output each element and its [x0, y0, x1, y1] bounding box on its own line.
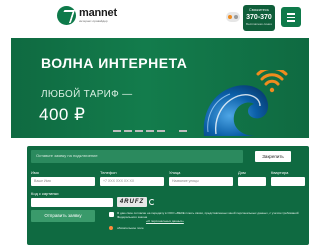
submit-button[interactable]: Отправить заявку	[31, 210, 95, 222]
logo-icon	[57, 6, 76, 25]
label-apartment: Квартира	[271, 170, 289, 175]
slider-pagination	[113, 130, 187, 132]
banner-subtitle: ЛЮБОЙ ТАРИФ —	[41, 89, 133, 100]
wave-illustration	[203, 70, 288, 136]
check-button[interactable]: Закрепить	[255, 151, 291, 162]
slider-dot[interactable]	[124, 130, 132, 132]
slider-dot[interactable]	[157, 130, 165, 132]
menu-button[interactable]	[281, 7, 301, 27]
contact-phone[interactable]: 370-370	[243, 13, 275, 22]
site-header: mannet интернет-провайдер Свяжитесь 370-…	[0, 0, 320, 36]
captcha-label: Код с картинки	[31, 191, 59, 196]
logo-tagline: интернет-провайдер	[79, 19, 108, 23]
label-street: Улица	[169, 170, 181, 175]
slider-dot-active[interactable]	[168, 130, 176, 132]
name-field[interactable]: Ваше Имя	[31, 177, 95, 186]
captcha-field[interactable]	[31, 198, 113, 207]
user-icon	[234, 15, 238, 19]
request-placeholder: Оставьте заявку на подключение	[36, 153, 98, 158]
house-field[interactable]	[238, 177, 266, 186]
consent-text: Я даю свое согласие на передачу в ООО «В…	[117, 211, 299, 219]
contact-label: Свяжитесь	[248, 7, 270, 12]
contact-box[interactable]: Свяжитесь 370-370 Бесплатная линия	[243, 5, 275, 31]
label-phone: Телефон	[100, 170, 117, 175]
contact-sub: Бесплатная линия	[246, 22, 272, 26]
slider-dot[interactable]	[113, 130, 121, 132]
banner-price: 400 ₽	[39, 105, 86, 124]
consent-link[interactable]: «О персональных данных»	[146, 219, 184, 223]
menu-icon	[287, 13, 295, 15]
captcha-image: 4RUFZ	[117, 197, 147, 207]
wifi-icon	[256, 70, 288, 93]
globe-icon	[228, 15, 232, 19]
street-field[interactable]: Название улицы	[169, 177, 233, 186]
apartment-field[interactable]	[271, 177, 305, 186]
label-house: Дом	[238, 170, 246, 175]
language-toggle[interactable]	[226, 12, 240, 22]
required-marker-icon	[109, 226, 113, 230]
banner-title: ВОЛНА ИНТЕРНЕТА	[41, 55, 188, 71]
slider-dot[interactable]	[146, 130, 154, 132]
mannet-logo[interactable]: mannet интернет-провайдер	[57, 6, 117, 25]
slider-dot[interactable]	[135, 130, 143, 132]
request-input[interactable]: Оставьте заявку на подключение	[31, 150, 243, 163]
refresh-icon[interactable]	[149, 199, 155, 205]
connection-request-form: Оставьте заявку на подключение Закрепить…	[27, 146, 309, 245]
promo-banner[interactable]: ВОЛНА ИНТЕРНЕТА ЛЮБОЙ ТАРИФ — 400 ₽	[11, 38, 309, 138]
required-note: обязательное поле	[117, 226, 144, 230]
phone-field[interactable]: +7 XXX XXX XX XX	[100, 177, 164, 186]
logo-name: mannet	[79, 7, 117, 19]
label-name: Имя	[31, 170, 39, 175]
consent-checkbox[interactable]	[109, 212, 114, 217]
slider-dot[interactable]	[179, 130, 187, 132]
